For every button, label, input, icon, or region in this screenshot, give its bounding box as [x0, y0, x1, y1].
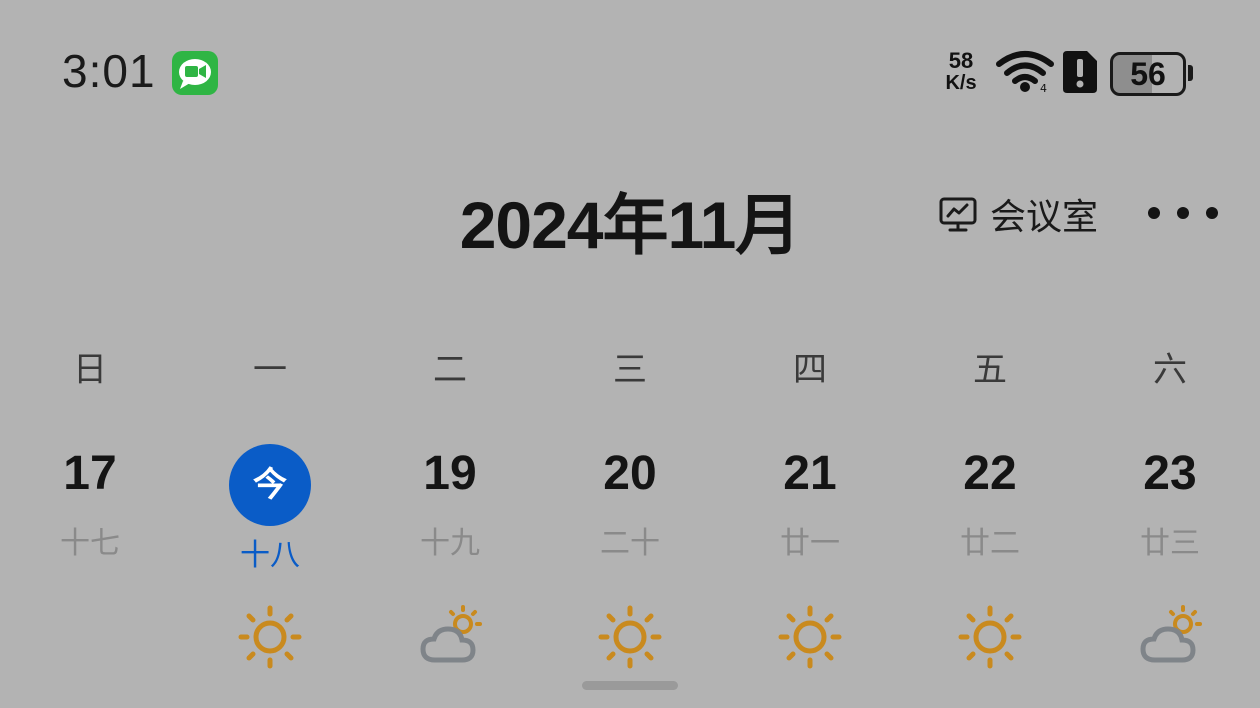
day-column-mon[interactable]: 一 今 十八	[210, 340, 330, 574]
day-number: 22	[963, 447, 1017, 500]
lunar-date: 廿一	[780, 527, 840, 560]
weekday-label: 六	[1153, 351, 1187, 389]
meeting-room-button[interactable]: 会议室	[938, 190, 1098, 238]
weekday-label: 二	[433, 351, 467, 389]
day-number: 21	[783, 447, 837, 500]
partly-cloudy-icon	[420, 605, 482, 663]
weekday-label: 三	[613, 351, 647, 389]
day-number: 19	[423, 447, 477, 500]
day-column-thu[interactable]: 四 21 廿一	[750, 340, 870, 562]
meeting-room-label: 会议室	[990, 196, 1099, 237]
month-title[interactable]: 2024年11月	[380, 172, 880, 268]
day-number: 23	[1143, 447, 1197, 500]
battery-level: 56	[1130, 56, 1166, 92]
day-column-tue[interactable]: 二 19 十九	[390, 340, 510, 562]
day-column-sun[interactable]: 日 17 十七	[30, 340, 150, 562]
partly-cloudy-icon	[1140, 605, 1202, 663]
day-column-fri[interactable]: 五 22 廿二	[930, 340, 1050, 562]
weekday-label: 日	[73, 351, 107, 389]
sun-icon	[958, 605, 1022, 669]
meeting-room-icon	[939, 197, 977, 232]
day-column-sat[interactable]: 六 23 廿三	[1110, 340, 1230, 562]
lunar-date: 十八	[240, 539, 300, 572]
network-speed-unit: K/s	[945, 72, 977, 94]
message-app-icon	[172, 51, 218, 95]
wifi-icon: 4	[996, 51, 1054, 94]
more-dots-icon[interactable]	[1148, 196, 1218, 230]
day-column-wed[interactable]: 三 20 二十	[570, 340, 690, 562]
network-speed-value: 58	[948, 48, 974, 73]
drag-handle[interactable]	[582, 681, 678, 690]
lunar-date: 廿二	[960, 527, 1020, 560]
weekday-label: 四	[793, 351, 827, 389]
weekday-label: 五	[973, 351, 1007, 389]
day-number: 20	[603, 447, 657, 500]
status-bar: 3:01 58 K/s 4 56	[0, 0, 1260, 140]
network-speed: 58 K/s	[938, 48, 984, 95]
lunar-date: 廿三	[1140, 527, 1200, 560]
sun-icon	[598, 605, 662, 669]
sun-icon	[778, 605, 842, 669]
lunar-date: 十九	[420, 527, 480, 560]
sun-icon	[238, 605, 302, 669]
status-time: 3:01	[62, 45, 156, 97]
weekday-label: 一	[253, 351, 287, 389]
lunar-date: 二十	[600, 527, 660, 560]
lunar-date: 十七	[60, 527, 120, 560]
sim-alert-icon	[1063, 51, 1097, 93]
today-badge[interactable]: 今	[229, 444, 311, 526]
svg-text:4: 4	[1040, 82, 1047, 94]
battery-icon: 56	[1110, 52, 1193, 96]
day-number: 17	[63, 447, 117, 500]
